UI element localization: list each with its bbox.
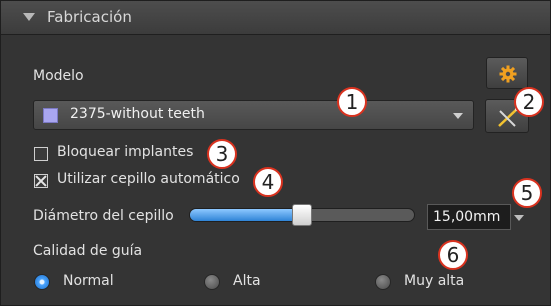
panel-header[interactable]: Fabricación bbox=[1, 1, 550, 35]
chevron-down-icon bbox=[453, 113, 463, 119]
lock-implants-checkbox[interactable] bbox=[34, 147, 48, 161]
model-label: Modelo bbox=[33, 68, 84, 84]
collapse-triangle-icon[interactable] bbox=[23, 13, 35, 21]
model-select-value: 2375-without teeth bbox=[70, 106, 205, 122]
radio-normal-label: Normal bbox=[63, 273, 114, 289]
brush-diameter-value: 15,00mm bbox=[433, 209, 501, 225]
radio-muy-alta[interactable] bbox=[375, 274, 391, 290]
annotation-marker-6: 6 bbox=[438, 240, 468, 270]
model-select[interactable]: 2375-without teeth bbox=[33, 100, 474, 130]
radio-alta[interactable] bbox=[204, 274, 220, 290]
annotation-marker-5: 5 bbox=[512, 178, 542, 208]
annotation-marker-4: 4 bbox=[253, 167, 283, 197]
lock-implants-label: Bloquear implantes bbox=[57, 144, 194, 160]
guide-quality-label: Calidad de guía bbox=[33, 243, 143, 259]
model-color-swatch bbox=[43, 108, 58, 123]
slider-fill bbox=[190, 209, 302, 221]
radio-muy-alta-label: Muy alta bbox=[404, 273, 465, 289]
auto-brush-checkbox[interactable] bbox=[34, 174, 48, 188]
panel-title: Fabricación bbox=[47, 8, 132, 26]
radio-normal[interactable] bbox=[34, 274, 50, 290]
settings-button[interactable] bbox=[486, 57, 528, 89]
brush-diameter-label: Diámetro del cepillo bbox=[33, 208, 174, 224]
radio-alta-label: Alta bbox=[233, 273, 261, 289]
spin-down-icon[interactable] bbox=[514, 215, 524, 221]
annotation-marker-1: 1 bbox=[337, 87, 367, 117]
annotation-marker-2: 2 bbox=[514, 87, 544, 117]
auto-brush-label: Utilizar cepillo automático bbox=[57, 171, 240, 187]
gear-icon bbox=[499, 65, 517, 83]
fabrication-panel: Fabricación Modelo 2375-without teeth Bl… bbox=[0, 0, 551, 306]
slider-handle[interactable] bbox=[292, 204, 312, 226]
annotation-marker-3: 3 bbox=[207, 139, 237, 169]
brush-diameter-input[interactable]: 15,00mm bbox=[427, 204, 511, 230]
